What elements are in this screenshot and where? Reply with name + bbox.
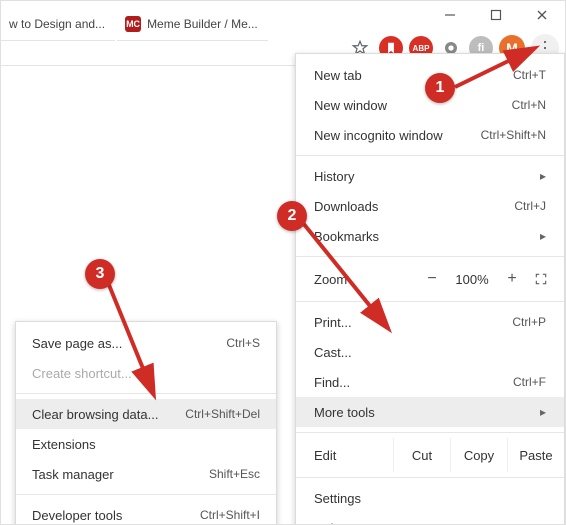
menu-label: Cast...: [314, 345, 546, 360]
menu-item-more-tools[interactable]: More tools ▸: [296, 397, 564, 427]
menu-item-settings[interactable]: Settings: [296, 483, 564, 513]
menu-label: Downloads: [314, 199, 514, 214]
menu-shortcut: Ctrl+P: [512, 315, 546, 329]
menu-label: More tools: [314, 405, 532, 420]
menu-label: Zoom: [314, 272, 412, 287]
window-maximize-button[interactable]: [473, 1, 519, 29]
menu-zoom-row: Zoom − 100% +: [296, 262, 564, 296]
submenu-item-task-manager[interactable]: Task manager Shift+Esc: [16, 459, 276, 489]
tab-strip: w to Design and... MC Meme Builder / Me.…: [1, 7, 268, 41]
menu-label: History: [314, 169, 532, 184]
window-minimize-button[interactable]: [427, 1, 473, 29]
more-tools-submenu: Save page as... Ctrl+S Create shortcut..…: [15, 321, 277, 525]
fullscreen-icon[interactable]: [532, 270, 550, 288]
menu-shortcut: Ctrl+S: [226, 336, 260, 350]
tab-favicon: MC: [125, 16, 141, 32]
menu-shortcut: Ctrl+Shift+I: [200, 508, 260, 522]
window-close-button[interactable]: [519, 1, 565, 29]
menu-label: New incognito window: [314, 128, 481, 143]
browser-tab[interactable]: w to Design and...: [1, 7, 115, 41]
edit-cut-button[interactable]: Cut: [393, 438, 450, 472]
menu-shortcut: Ctrl+F: [513, 375, 546, 389]
menu-label: Print...: [314, 315, 512, 330]
menu-item-print[interactable]: Print... Ctrl+P: [296, 307, 564, 337]
chrome-main-menu: New tab Ctrl+T New window Ctrl+N New inc…: [295, 53, 565, 525]
screenshot-stage: w to Design and... MC Meme Builder / Me.…: [0, 0, 566, 525]
menu-label: Help: [314, 521, 532, 525]
toolbar-divider: [1, 65, 301, 66]
menu-item-cast[interactable]: Cast...: [296, 337, 564, 367]
menu-label: New tab: [314, 68, 513, 83]
menu-separator: [296, 432, 564, 433]
chevron-right-icon: ▸: [540, 405, 546, 419]
menu-shortcut: Ctrl+Shift+N: [481, 128, 546, 142]
menu-label: Bookmarks: [314, 229, 532, 244]
window-controls: [427, 1, 565, 29]
menu-shortcut: Ctrl+N: [512, 98, 546, 112]
menu-item-find[interactable]: Find... Ctrl+F: [296, 367, 564, 397]
menu-label: Settings: [314, 491, 546, 506]
menu-label: Extensions: [32, 437, 260, 452]
zoom-in-button[interactable]: +: [502, 270, 522, 288]
edit-copy-button[interactable]: Copy: [450, 438, 507, 472]
menu-separator: [16, 494, 276, 495]
menu-label: Find...: [314, 375, 513, 390]
browser-tab[interactable]: MC Meme Builder / Me...: [117, 7, 268, 41]
menu-label: Developer tools: [32, 508, 200, 523]
menu-separator: [296, 155, 564, 156]
edit-paste-button[interactable]: Paste: [507, 438, 564, 472]
zoom-out-button[interactable]: −: [422, 270, 442, 288]
annotation-badge-1: 1: [425, 73, 455, 103]
annotation-badge-3: 3: [85, 259, 115, 289]
zoom-value: 100%: [452, 272, 492, 287]
chevron-right-icon: ▸: [540, 521, 546, 525]
menu-separator: [296, 256, 564, 257]
menu-label: Edit: [314, 448, 393, 463]
menu-shortcut: Ctrl+Shift+Del: [185, 407, 260, 421]
submenu-item-save-page[interactable]: Save page as... Ctrl+S: [16, 328, 276, 358]
menu-item-downloads[interactable]: Downloads Ctrl+J: [296, 191, 564, 221]
tab-title: Meme Builder / Me...: [147, 17, 258, 31]
menu-item-new-incognito[interactable]: New incognito window Ctrl+Shift+N: [296, 120, 564, 150]
submenu-item-create-shortcut: Create shortcut...: [16, 358, 276, 388]
menu-edit-row: Edit Cut Copy Paste: [296, 438, 564, 472]
menu-shortcut: Ctrl+J: [514, 199, 546, 213]
menu-item-bookmarks[interactable]: Bookmarks ▸: [296, 221, 564, 251]
menu-label: Clear browsing data...: [32, 407, 185, 422]
menu-item-help[interactable]: Help ▸: [296, 513, 564, 525]
menu-shortcut: Ctrl+T: [513, 68, 546, 82]
menu-label: Save page as...: [32, 336, 226, 351]
menu-label: Task manager: [32, 467, 209, 482]
menu-separator: [296, 301, 564, 302]
menu-separator: [16, 393, 276, 394]
menu-label: Create shortcut...: [32, 366, 260, 381]
chevron-right-icon: ▸: [540, 169, 546, 183]
tab-title: w to Design and...: [9, 17, 105, 31]
menu-shortcut: Shift+Esc: [209, 467, 260, 481]
chevron-right-icon: ▸: [540, 229, 546, 243]
submenu-item-extensions[interactable]: Extensions: [16, 429, 276, 459]
submenu-item-clear-browsing-data[interactable]: Clear browsing data... Ctrl+Shift+Del: [16, 399, 276, 429]
submenu-item-developer-tools[interactable]: Developer tools Ctrl+Shift+I: [16, 500, 276, 525]
menu-separator: [296, 477, 564, 478]
annotation-badge-2: 2: [277, 201, 307, 231]
menu-label: New window: [314, 98, 512, 113]
menu-item-history[interactable]: History ▸: [296, 161, 564, 191]
